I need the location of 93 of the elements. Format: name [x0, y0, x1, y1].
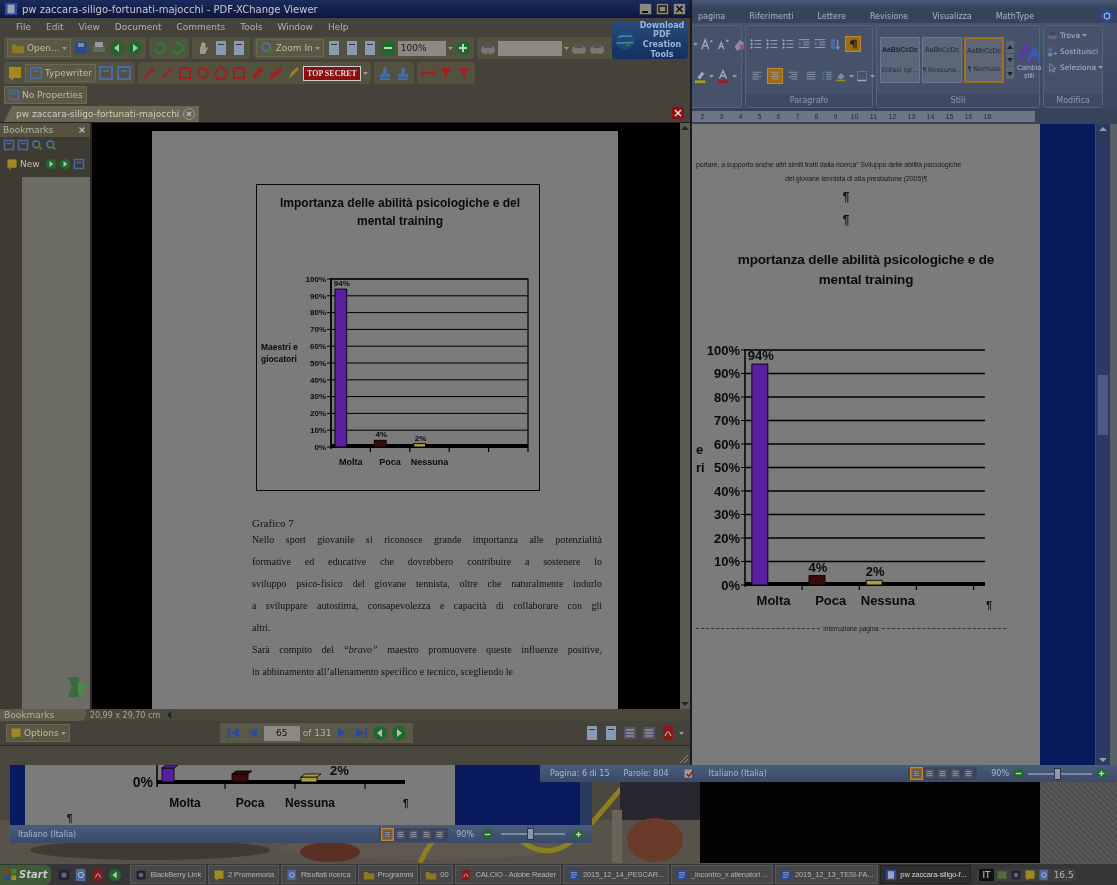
tick-label: 90%	[713, 365, 740, 381]
ribbon-tab[interactable]: pagina	[698, 11, 726, 21]
language-label: Italiano (Italia)	[708, 769, 767, 778]
data-label: 2%	[414, 433, 427, 443]
page-number-field[interactable]: 65	[263, 725, 300, 741]
open-button[interactable]: Open...	[7, 39, 71, 57]
menu-item[interactable]: Document	[114, 22, 162, 32]
menu-item[interactable]: Help	[327, 22, 349, 32]
zoom-level: 90%	[991, 769, 1009, 778]
axis-title: Maestri e giocatori	[261, 342, 299, 366]
group-label: Paragrafo	[746, 94, 872, 107]
ribbon-tab[interactable]: Lettere	[817, 11, 846, 21]
page-counter: Pagina: 6 di 15	[550, 769, 610, 778]
page-size: 20,99 x 29,70 cm	[88, 710, 162, 720]
tick-label: 80%	[713, 389, 740, 405]
document-tab[interactable]: pw zaccara-siligo-fortunati-majocchi	[4, 106, 200, 122]
stamp-button[interactable]: TOP SECRET	[303, 65, 361, 81]
chart-title: mportanza delle abilità psicologiche e de mental training	[736, 251, 996, 290]
clock: 16.5	[1053, 869, 1074, 880]
category-label: Molta	[169, 796, 201, 810]
tick-label: 100%	[305, 274, 326, 284]
ribbon-tab[interactable]: Revisione	[869, 11, 909, 21]
tick-label: 30%	[713, 506, 740, 522]
tick-label: 0%	[721, 577, 740, 593]
zoom-level: 90%	[456, 829, 474, 839]
paragraph-mark: ¶	[67, 813, 73, 824]
tick-label: 0%	[314, 442, 326, 452]
category-label: Poca	[815, 592, 847, 608]
ribbon-tab[interactable]: Visualizza	[932, 11, 972, 21]
panel-tab[interactable]: Bookmarks	[0, 709, 86, 721]
tick-label: 20%	[310, 409, 326, 419]
tick-label: 100%	[706, 342, 740, 358]
tick-label: 40%	[310, 375, 326, 385]
new-button[interactable]: New	[3, 155, 43, 173]
ribbon-tab[interactable]: Riferimenti	[749, 11, 794, 21]
tick-label: 60%	[713, 436, 740, 452]
tick-label: 0%	[132, 774, 153, 790]
category-label: Nessuna	[285, 796, 335, 810]
chart-title: Importanza delle abilità psicologiche e del mental training	[279, 195, 521, 230]
category-label: Poca	[235, 796, 265, 810]
paragraph-mark: ¶	[403, 798, 409, 809]
properties-button[interactable]: No Properties	[4, 86, 87, 104]
paragraph-mark: ¶	[841, 189, 851, 206]
category-label: Nessuna	[410, 457, 449, 467]
group-label: Stili	[877, 94, 1039, 107]
category-label: Molta	[756, 592, 791, 608]
typewriter-button[interactable]: Typewriter	[25, 64, 96, 82]
tick-label: 60%	[310, 342, 326, 351]
tick-label: 50%	[713, 459, 740, 475]
word-count: Parole: 804	[623, 769, 669, 778]
tick-label: 80%	[310, 308, 326, 318]
menu-item[interactable]: File	[16, 22, 32, 32]
tick-label: 90%	[310, 291, 326, 301]
menu-item[interactable]: Window	[277, 22, 313, 32]
tick-label: 20%	[713, 530, 740, 546]
group-label: Modifica	[1044, 94, 1102, 107]
paragraph: Nello sport giovanile si riconosce grande importanza alle potenzialità formative ed educative che dovrebbero contribuire a sostenere lo sviluppo psico-fisico del giovane tennista, oltre che naturalmente indurlo a sviluppare autostima, consapevolezza e capacità di collaborare con gli altri.	[252, 533, 602, 635]
paragraph-mark: ¶	[841, 212, 851, 229]
start-button[interactable]: Start	[0, 864, 52, 885]
tick-label: 40%	[713, 483, 740, 499]
menu-item[interactable]: Edit	[46, 22, 64, 32]
tick-label: 10%	[310, 426, 326, 435]
data-label: 4%	[375, 430, 388, 440]
language-label: Italiano (Italia)	[18, 829, 77, 839]
data-label: 2%	[330, 765, 349, 778]
category-label: Poca	[379, 457, 401, 467]
paragraph-mark: ¶	[986, 598, 993, 611]
tick-label: 10%	[713, 553, 740, 569]
tick-label: 70%	[713, 412, 740, 428]
language-indicator[interactable]: IT	[979, 868, 994, 881]
panel-title: Bookmarks	[3, 125, 54, 135]
axis-title: e ri	[696, 440, 706, 477]
data-label: 4%	[808, 559, 828, 575]
paragraph: Sarà compito del “bravo” maestro promuovere queste influenze positive, in abbinamento all’allenamento specifico e tecnico, scegliendo le	[252, 643, 602, 679]
promo-button[interactable]: Download PDF Creation Tools	[612, 21, 688, 59]
menu-item[interactable]: View	[78, 22, 100, 32]
menu-item[interactable]: Comments	[176, 22, 226, 32]
menu-item[interactable]: Tools	[240, 22, 263, 32]
page-count: of 131	[302, 728, 332, 738]
zoom-field[interactable]: 100%	[397, 40, 446, 56]
zoom-button[interactable]: Zoom In	[255, 39, 324, 57]
options-button[interactable]: Options	[6, 724, 70, 742]
tick-label: 30%	[310, 392, 326, 402]
category-label: Nessuna	[860, 592, 915, 608]
tick-label: 50%	[310, 358, 326, 368]
data-label: 2%	[865, 563, 885, 579]
ribbon-tab[interactable]: MathType	[995, 11, 1035, 21]
category-label: Molta	[338, 457, 363, 467]
tick-label: 70%	[310, 325, 326, 335]
data-label: 94%	[333, 279, 350, 289]
data-label: 94%	[747, 347, 774, 363]
window-title: pw zaccara-siligo-fortunati-majocchi - PDF-XChange Viewer	[22, 3, 318, 15]
figure-caption: Grafico 7	[252, 517, 295, 529]
